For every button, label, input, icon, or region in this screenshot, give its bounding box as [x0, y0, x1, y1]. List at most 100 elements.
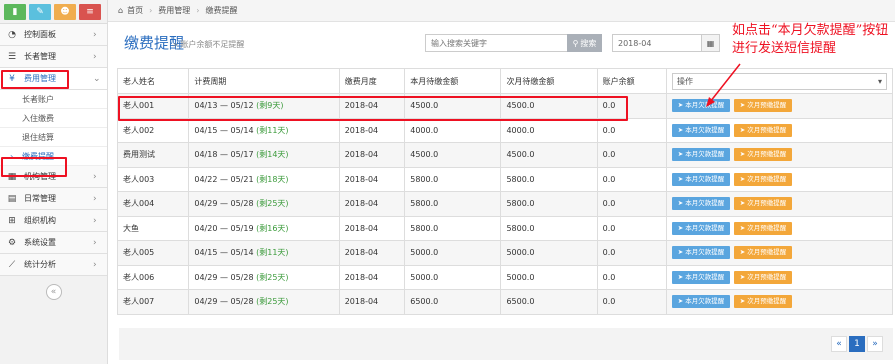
sidebar-item-statistics[interactable]: ⟋ 统计分析 › — [0, 254, 107, 276]
period-range: 04/15 — 05/14 — [194, 248, 254, 258]
next-page-button[interactable]: » — [867, 336, 883, 352]
button-label: 次月预缴提醒 — [747, 297, 787, 306]
next-month-prepay-reminder-button[interactable]: ➤ 次月预缴提醒 — [733, 221, 792, 235]
breadcrumb-separator: › — [149, 6, 153, 15]
date-filter[interactable]: 2018-04 ▦ — [612, 34, 720, 52]
col-payment-month: 缴费月度 — [338, 68, 406, 94]
button-label: 次月预缴提醒 — [747, 125, 787, 134]
chart-icon[interactable]: ▮ — [4, 4, 26, 20]
sidebar-item-label: 机构管理 — [24, 172, 56, 181]
yen-icon: ¥ — [9, 73, 15, 84]
chevron-right-icon: › — [93, 237, 97, 248]
days-remaining: (剩14天) — [256, 150, 289, 160]
period-range: 04/20 — 05/19 — [194, 223, 254, 233]
sidebar-item-settings[interactable]: ⚙ 系统设置 › — [0, 232, 107, 254]
sidebar-sub-checkin-payment[interactable]: 入住缴费 — [0, 109, 107, 128]
pencil-icon[interactable]: ✎ — [29, 4, 51, 20]
users-icon[interactable]: ☻ — [54, 4, 76, 20]
annotation-text: 如点击“本月欠款提醒”按钮进行发送短信提醒 — [732, 23, 889, 56]
next-month-prepay-reminder-button[interactable]: ➤ 次月预缴提醒 — [733, 246, 792, 260]
collapse-sidebar-icon[interactable]: « — [45, 284, 62, 300]
cell-next-due: 4000.0 — [500, 117, 598, 143]
cell-next-due: 4500.0 — [500, 142, 598, 168]
sidebar-item-daily[interactable]: ▤ 日常管理 › — [0, 188, 107, 210]
cell-current-due: 4500.0 — [404, 93, 502, 119]
sidebar-item-label: 费用管理 — [24, 74, 56, 83]
prev-page-button[interactable]: « — [831, 336, 847, 352]
col-balance: 账户余额 — [596, 68, 667, 94]
cell-elder-name: 老人002 — [116, 117, 190, 143]
table-row: 费用测试 04/18 — 05/17 (剩14天) 2018-04 4500.0 450… — [116, 142, 894, 168]
sidebar-sub-payment-reminder[interactable]: 缴费提醒 — [0, 147, 107, 166]
button-label: 次月预缴提醒 — [747, 101, 787, 110]
button-label: 本月欠款提醒 — [685, 150, 725, 159]
sidebar-item-dashboard[interactable]: ◔ 控制面板 › — [0, 24, 107, 46]
calendar-icon[interactable]: ▦ — [701, 35, 719, 51]
cell-current-due: 5000.0 — [404, 240, 502, 266]
current-month-owe-reminder-button[interactable]: ➤ 本月欠款提醒 — [671, 172, 730, 186]
days-remaining: (剩18天) — [256, 174, 289, 184]
cell-current-due: 4000.0 — [404, 117, 502, 143]
page-1-button[interactable]: 1 — [849, 336, 865, 352]
period-range: 04/13 — 05/12 — [194, 101, 254, 111]
search-icon: ⚲ — [572, 38, 579, 48]
breadcrumb-fees[interactable]: 费用管理 — [158, 5, 190, 16]
table-row: 老人001 04/13 — 05/12 (剩9天) 2018-04 4500.0 450… — [116, 93, 894, 119]
sidebar-item-organization[interactable]: ⊞ 组织机构 › — [0, 210, 107, 232]
next-month-prepay-reminder-button[interactable]: ➤ 次月预缴提醒 — [733, 295, 792, 309]
cell-operations: ➤ 本月欠款提醒 ➤ 次月预缴提醒 — [665, 215, 894, 241]
breadcrumb-home[interactable]: 首页 — [127, 5, 143, 16]
next-month-prepay-reminder-button[interactable]: ➤ 次月预缴提醒 — [733, 197, 792, 211]
cell-billing-period: 04/29 — 05/28 (剩25天) — [188, 264, 340, 290]
search-button[interactable]: ⚲ 搜索 — [567, 34, 602, 52]
current-month-owe-reminder-button[interactable]: ➤ 本月欠款提醒 — [671, 246, 730, 260]
cell-balance: 0.0 — [596, 215, 667, 241]
table-header-row: 老人姓名 计费周期 缴费月度 本月待缴金额 次月待缴金额 账户余额 操作 ▾ — [116, 68, 894, 94]
payment-reminder-table: 老人姓名 计费周期 缴费月度 本月待缴金额 次月待缴金额 账户余额 操作 ▾ 老… — [116, 68, 894, 315]
home-icon[interactable]: ⌂ — [118, 6, 123, 15]
chevron-right-icon: › — [93, 215, 97, 226]
button-label: 本月欠款提醒 — [685, 125, 725, 134]
gears-icon: ⚙ — [7, 237, 17, 248]
cell-elder-name: 老人007 — [116, 289, 190, 315]
sidebar-item-fees[interactable]: ¥ 费用管理 ⌄ — [0, 68, 107, 90]
date-input[interactable]: 2018-04 — [613, 35, 701, 51]
next-month-prepay-reminder-button[interactable]: ➤ 次月预缴提醒 — [733, 270, 792, 284]
sidebar-item-elders[interactable]: ☰ 长者管理 › — [0, 46, 107, 68]
cell-billing-period: 04/22 — 05/21 (剩18天) — [188, 166, 340, 192]
current-month-owe-reminder-button[interactable]: ➤ 本月欠款提醒 — [671, 148, 730, 162]
sidebar-sub-elder-account[interactable]: 长者账户 — [0, 90, 107, 109]
current-month-owe-reminder-button[interactable]: ➤ 本月欠款提醒 — [671, 123, 730, 137]
button-label: 次月预缴提醒 — [747, 150, 787, 159]
days-remaining: (剩16天) — [256, 223, 289, 233]
cell-current-due: 5800.0 — [404, 215, 502, 241]
cell-billing-period: 04/29 — 05/28 (剩25天) — [188, 289, 340, 315]
sidebar-item-institution[interactable]: ▦ 机构管理 › — [0, 166, 107, 188]
sidebar-sub-checkout-settlement[interactable]: 退住结算 — [0, 128, 107, 147]
breadcrumb: ⌂ 首页 › 费用管理 › 缴费提醒 — [108, 0, 895, 22]
chevron-right-icon: › — [93, 171, 97, 182]
current-month-owe-reminder-button[interactable]: ➤ 本月欠款提醒 — [671, 221, 730, 235]
cell-next-due: 5800.0 — [500, 191, 598, 217]
cell-elder-name: 大鱼 — [116, 215, 190, 241]
breadcrumb-separator: › — [196, 6, 200, 15]
cell-billing-period: 04/13 — 05/12 (剩9天) — [188, 93, 340, 119]
cell-next-due: 5800.0 — [500, 166, 598, 192]
current-month-owe-reminder-button[interactable]: ➤ 本月欠款提醒 — [671, 295, 730, 309]
cell-next-due: 5000.0 — [500, 264, 598, 290]
days-remaining: (剩25天) — [256, 272, 289, 282]
current-month-owe-reminder-button[interactable]: ➤ 本月欠款提醒 — [671, 197, 730, 211]
current-month-owe-reminder-button[interactable]: ➤ 本月欠款提醒 — [671, 270, 730, 284]
button-label: 次月预缴提醒 — [747, 174, 787, 183]
next-month-prepay-reminder-button[interactable]: ➤ 次月预缴提醒 — [733, 172, 792, 186]
cell-elder-name: 老人001 — [116, 93, 190, 119]
search-input[interactable] — [425, 34, 567, 52]
next-month-prepay-reminder-button[interactable]: ➤ 次月预缴提醒 — [733, 148, 792, 162]
sidebar-item-label: 统计分析 — [24, 260, 56, 269]
period-range: 04/15 — 05/14 — [194, 125, 254, 135]
cogs-icon[interactable]: ≡ — [79, 4, 101, 20]
table-row: 老人002 04/15 — 05/14 (剩11天) 2018-04 4000.0 40… — [116, 117, 894, 143]
days-remaining: (剩25天) — [256, 297, 289, 307]
button-label: 本月欠款提醒 — [685, 272, 725, 281]
next-month-prepay-reminder-button[interactable]: ➤ 次月预缴提醒 — [733, 123, 792, 137]
